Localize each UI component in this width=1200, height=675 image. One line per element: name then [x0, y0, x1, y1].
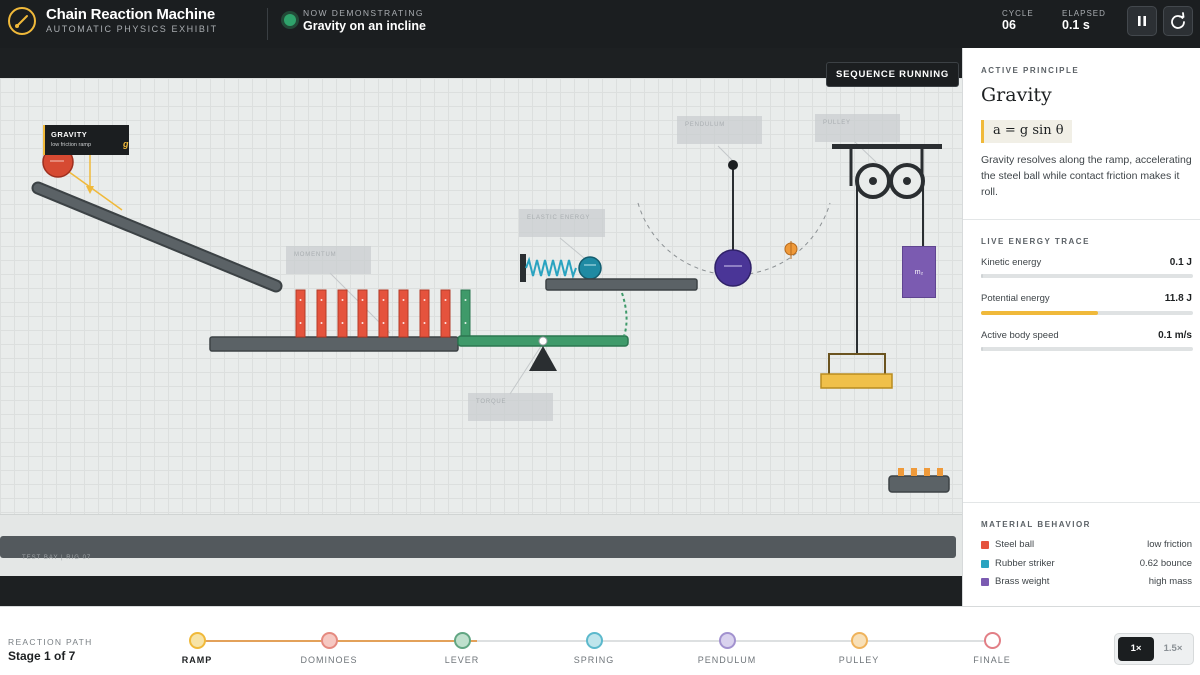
header-divider	[267, 8, 268, 40]
material-property: high mass	[1148, 576, 1192, 587]
gauge-logo-icon	[8, 7, 36, 35]
rubber-striker-swatch-icon	[981, 560, 989, 568]
app-subtitle: AUTOMATIC PHYSICS EXHIBIT	[46, 24, 218, 34]
dominoes	[295, 289, 471, 338]
potential-energy-fill	[981, 311, 1098, 315]
now-demonstrating-label: NOW DEMONSTRATING	[303, 8, 424, 18]
restart-button[interactable]	[1163, 6, 1193, 36]
tooltip-subtitle: low friction ramp	[51, 142, 92, 148]
panel-divider	[963, 219, 1200, 220]
stage-top-rail	[0, 48, 962, 78]
material-property: 0.62 bounce	[1139, 558, 1192, 569]
material-section-title: MATERIAL BEHAVIOR	[981, 520, 1091, 529]
step-label-pulley[interactable]: PULLEY	[814, 655, 904, 665]
step-label-pendulum[interactable]: PENDULUM	[682, 655, 772, 665]
tooltip-symbol: g	[123, 139, 129, 149]
label-momentum: MOMENTUM	[286, 246, 371, 274]
pendulum	[637, 160, 831, 287]
speed-selector: 1× 1.5×	[1114, 633, 1194, 665]
step-label-spring[interactable]: SPRING	[549, 655, 639, 665]
kinetic-energy-value: 0.1 J	[1169, 257, 1192, 268]
stage-bottom-rail	[0, 576, 962, 606]
step-label-ramp[interactable]: RAMP	[152, 655, 242, 665]
principle-description: Gravity resolves along the ramp, acceler…	[981, 154, 1192, 198]
spring	[520, 254, 698, 291]
app-header: Chain Reaction Machine AUTOMATIC PHYSICS…	[0, 0, 1200, 48]
pause-button[interactable]	[1127, 6, 1157, 36]
finale-catcher	[888, 468, 950, 493]
step-lever[interactable]	[454, 632, 471, 649]
app-title: Chain Reaction Machine	[46, 6, 215, 23]
speed-1x-button[interactable]: 1×	[1118, 637, 1154, 661]
info-panel: ACTIVE PRINCIPLE Gravity a = g sin θ Gra…	[962, 48, 1200, 606]
reaction-path-label: REACTION PATH	[8, 637, 93, 647]
sequence-status-badge: SEQUENCE RUNNING	[826, 62, 960, 87]
leader-lines	[329, 141, 877, 395]
body-speed-value: 0.1 m/s	[1158, 330, 1192, 341]
elapsed-label: ELAPSED	[1062, 9, 1106, 18]
material-name: Steel ball	[995, 539, 1035, 550]
lever	[457, 335, 629, 371]
potential-energy-label: Potential energy	[981, 293, 1050, 304]
brass-weight: m₂	[902, 246, 936, 298]
cycle-value: 06	[1002, 18, 1016, 32]
step-label-lever[interactable]: LEVER	[417, 655, 507, 665]
ramp	[31, 181, 283, 293]
gravity-tooltip: GRAVITY low friction ramp g	[45, 125, 129, 155]
restart-icon	[1171, 12, 1185, 29]
domino-platform	[209, 336, 459, 352]
reaction-path-bar: REACTION PATH Stage 1 of 7 RAMP DOMINOES…	[0, 606, 1200, 675]
machine-drawing	[31, 141, 950, 493]
stage-counter: Stage 1 of 7	[8, 649, 76, 663]
principle-formula: a = g sin θ	[981, 120, 1072, 143]
body-speed-fill	[981, 347, 984, 351]
body-speed-meter	[981, 347, 1193, 351]
label-pendulum: PENDULUM	[677, 116, 762, 144]
material-name: Brass weight	[995, 576, 1050, 587]
live-indicator-icon	[284, 14, 296, 26]
principle-section-title: ACTIVE PRINCIPLE	[981, 66, 1080, 75]
step-label-finale[interactable]: FINALE	[947, 655, 1037, 665]
kinetic-energy-meter	[981, 274, 1193, 278]
step-pendulum[interactable]	[719, 632, 736, 649]
step-finale[interactable]	[984, 632, 1001, 649]
label-pulley: PULLEY	[815, 114, 900, 142]
potential-energy-meter	[981, 311, 1193, 315]
speed-1-5x-button[interactable]: 1.5×	[1155, 637, 1191, 661]
step-dominoes[interactable]	[321, 632, 338, 649]
now-demonstrating-value: Gravity on an incline	[303, 19, 426, 33]
step-pulley[interactable]	[851, 632, 868, 649]
kinetic-energy-label: Kinetic energy	[981, 257, 1042, 268]
cycle-label: CYCLE	[1002, 9, 1034, 18]
energy-section-title: LIVE ENERGY TRACE	[981, 237, 1090, 246]
simulation-stage[interactable]: TEST BAY | RIG 07 MOMENTUM ELASTIC ENERG…	[0, 78, 962, 576]
kinetic-energy-fill	[981, 274, 984, 278]
lever-trajectory	[621, 292, 628, 337]
material-name: Rubber striker	[995, 558, 1055, 569]
steel-ball-swatch-icon	[981, 541, 989, 549]
principle-name: Gravity	[981, 84, 1052, 106]
step-ramp[interactable]	[189, 632, 206, 649]
label-elastic-energy: ELASTIC ENERGY	[519, 209, 605, 237]
brass-weight-swatch-icon	[981, 578, 989, 586]
body-speed-label: Active body speed	[981, 330, 1059, 341]
step-label-dominoes[interactable]: DOMINOES	[284, 655, 374, 665]
step-spring[interactable]	[586, 632, 603, 649]
pause-icon	[1138, 16, 1146, 26]
panel-divider	[963, 502, 1200, 503]
potential-energy-value: 11.8 J	[1164, 293, 1192, 304]
elapsed-value: 0.1 s	[1062, 18, 1090, 32]
label-torque: TORQUE	[468, 393, 553, 421]
material-property: low friction	[1147, 539, 1192, 550]
tooltip-title: GRAVITY	[51, 130, 88, 139]
